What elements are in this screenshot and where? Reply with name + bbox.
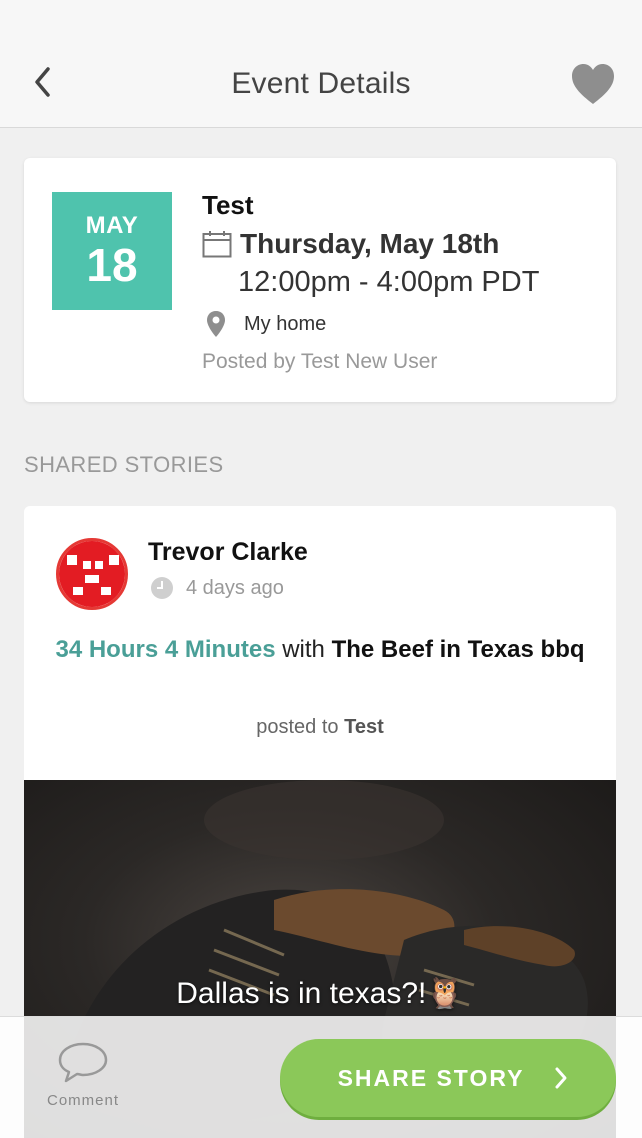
calendar-icon xyxy=(202,231,232,258)
page-title: Event Details xyxy=(231,67,411,100)
event-date: Thursday, May 18th xyxy=(240,228,500,259)
posted-to-prefix: posted to xyxy=(256,716,339,738)
date-month: MAY xyxy=(85,212,139,239)
avatar[interactable] xyxy=(56,538,128,610)
story-time-ago: 4 days ago xyxy=(186,576,284,599)
story-activity: 34 Hours 4 Minutes with The Beef in Texa… xyxy=(42,630,598,670)
event-title: Test xyxy=(202,190,254,220)
story-author[interactable]: Trevor Clarke xyxy=(148,538,308,567)
event-location: My home xyxy=(244,312,327,335)
story-posted-to: posted to Test xyxy=(24,716,616,739)
map-pin-icon xyxy=(207,311,225,337)
event-posted-by: Posted by Test New User xyxy=(202,350,438,373)
comment-button[interactable]: Comment xyxy=(34,1041,132,1121)
event-location-row[interactable]: My home xyxy=(206,310,326,338)
speech-bubble-icon xyxy=(58,1042,108,1083)
story-with-word: with xyxy=(282,636,325,663)
date-day: 18 xyxy=(86,239,138,291)
story-time-row: 4 days ago xyxy=(150,576,284,600)
nav-header: Event Details xyxy=(0,40,642,128)
pixel-robot-avatar-icon xyxy=(59,541,125,607)
chevron-right-icon xyxy=(555,1067,567,1089)
share-story-label: SHARE STORY xyxy=(337,1064,525,1091)
share-story-button[interactable]: SHARE STORY xyxy=(280,1039,616,1117)
comment-label: Comment xyxy=(46,1092,120,1109)
bottom-action-bar: Comment SHARE STORY xyxy=(0,1016,642,1138)
clock-icon xyxy=(151,577,173,599)
event-date-row: Thursday, May 18th xyxy=(202,228,499,260)
status-bar xyxy=(0,0,642,40)
section-heading-shared-stories: SHARED STORIES xyxy=(24,452,224,477)
story-place[interactable]: The Beef in Texas bbq xyxy=(332,636,585,663)
favorite-button[interactable] xyxy=(570,62,616,106)
date-badge: MAY 18 xyxy=(52,192,172,310)
heart-icon xyxy=(572,64,614,104)
photo-caption: Dallas is in texas?!🦉 xyxy=(176,977,464,1010)
story-duration: 34 Hours 4 Minutes xyxy=(55,636,276,663)
posted-to-event[interactable]: Test xyxy=(344,716,384,738)
event-card: MAY 18 Test Thursday, May 18th 12:00pm -… xyxy=(24,158,616,402)
event-time: 12:00pm - 4:00pm PDT xyxy=(238,266,540,298)
